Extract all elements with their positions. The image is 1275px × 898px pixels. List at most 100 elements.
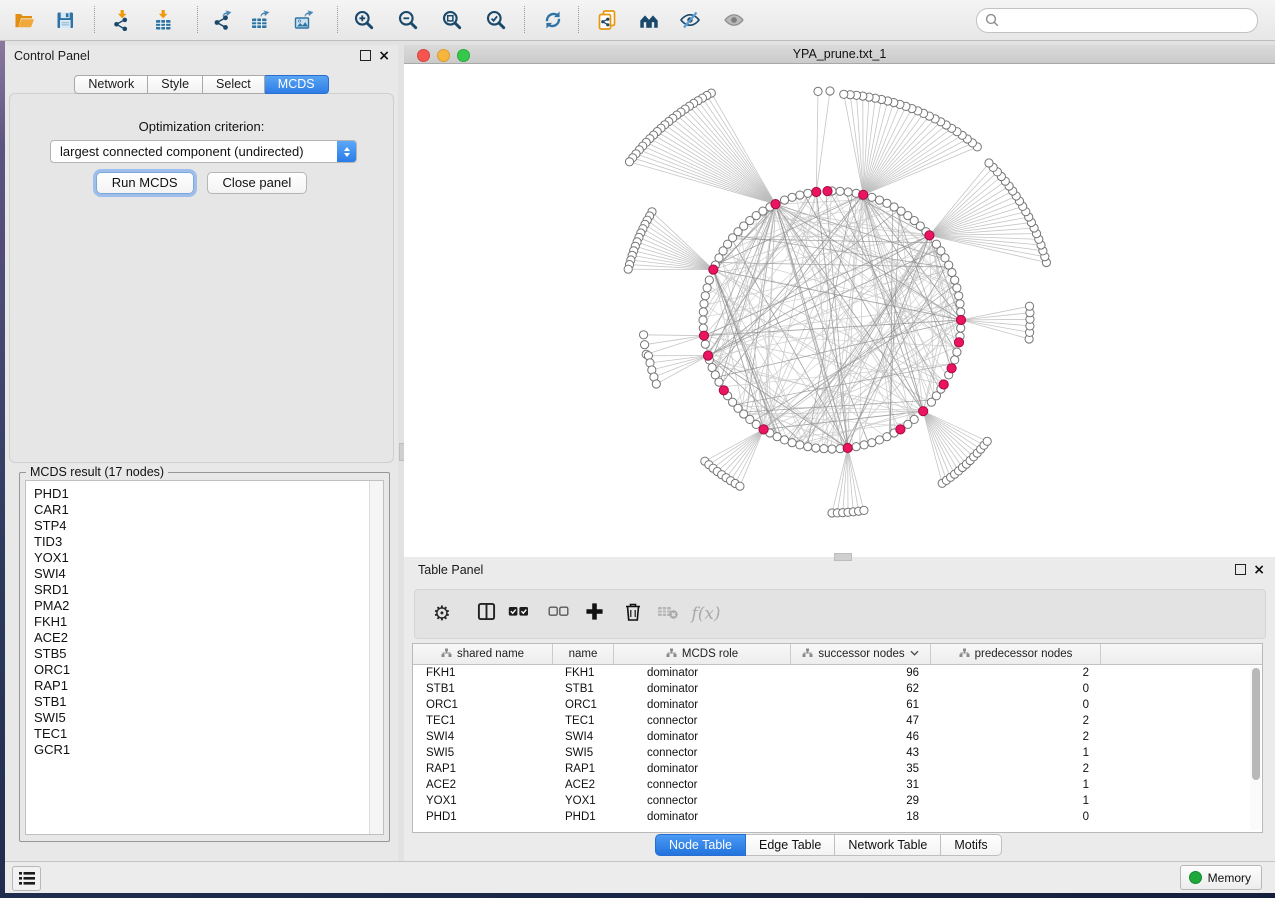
graph-mcds-node[interactable] bbox=[956, 315, 965, 324]
search-box[interactable] bbox=[976, 8, 1258, 33]
table-cell[interactable]: 47 bbox=[791, 713, 931, 729]
graph-mcds-node[interactable] bbox=[759, 425, 768, 434]
graph-node[interactable] bbox=[788, 193, 796, 201]
table-cell[interactable]: 0 bbox=[931, 681, 1101, 697]
table-cell[interactable]: PHD1 bbox=[553, 809, 614, 825]
graph-mcds-node[interactable] bbox=[939, 380, 948, 389]
memory-button[interactable]: Memory bbox=[1180, 865, 1262, 890]
table-cell[interactable]: RAP1 bbox=[553, 761, 614, 777]
network-graph[interactable] bbox=[404, 64, 1274, 557]
table-cell[interactable]: ACE2 bbox=[553, 777, 614, 793]
table-cell[interactable]: FKH1 bbox=[553, 665, 614, 681]
graph-node[interactable] bbox=[953, 348, 961, 356]
table-cell[interactable]: dominator bbox=[614, 761, 791, 777]
close-panel-icon[interactable]: × bbox=[378, 51, 390, 61]
graph-node[interactable] bbox=[956, 300, 964, 308]
graph-leaf-node[interactable] bbox=[814, 87, 822, 95]
tab-style[interactable]: Style bbox=[148, 75, 203, 94]
zoom-fit-button[interactable] bbox=[433, 2, 471, 37]
mcds-result-item[interactable]: GCR1 bbox=[34, 742, 70, 758]
graph-node[interactable] bbox=[812, 444, 820, 452]
graph-node[interactable] bbox=[844, 188, 852, 196]
graph-mcds-node[interactable] bbox=[896, 425, 905, 434]
table-cell[interactable]: YOX1 bbox=[553, 793, 614, 809]
table-cell[interactable]: TEC1 bbox=[553, 713, 614, 729]
graph-node[interactable] bbox=[951, 356, 959, 364]
column-header-predecessor-nodes[interactable]: predecessor nodes bbox=[931, 644, 1101, 664]
graph-leaf-node[interactable] bbox=[983, 437, 991, 445]
mcds-result-item[interactable]: TID3 bbox=[34, 534, 70, 550]
table-row[interactable]: ORC1ORC1dominator610 bbox=[413, 697, 1262, 713]
mcds-result-item[interactable]: SWI4 bbox=[34, 566, 70, 582]
table-cell[interactable]: 1 bbox=[931, 793, 1101, 809]
table-row[interactable]: PHD1PHD1dominator180 bbox=[413, 809, 1262, 825]
graph-node[interactable] bbox=[699, 316, 707, 324]
deselect-all-button[interactable] bbox=[543, 600, 573, 628]
network-canvas[interactable] bbox=[404, 64, 1275, 557]
graph-leaf-node[interactable] bbox=[641, 341, 649, 349]
graph-mcds-node[interactable] bbox=[925, 231, 934, 240]
graph-node[interactable] bbox=[705, 276, 713, 284]
table-row[interactable]: SWI5SWI5connector431 bbox=[413, 745, 1262, 761]
search-input[interactable] bbox=[1005, 10, 1249, 31]
table-cell[interactable]: connector bbox=[614, 745, 791, 761]
table-cell[interactable]: 31 bbox=[791, 777, 931, 793]
tab-edge-table[interactable]: Edge Table bbox=[746, 834, 835, 856]
add-button[interactable] bbox=[579, 600, 609, 628]
graph-leaf-node[interactable] bbox=[736, 482, 744, 490]
zoom-in-button[interactable] bbox=[345, 2, 383, 37]
graph-mcds-node[interactable] bbox=[859, 190, 868, 199]
graph-mcds-node[interactable] bbox=[919, 407, 928, 416]
mcds-result-item[interactable]: PMA2 bbox=[34, 598, 70, 614]
clone-network-button[interactable] bbox=[588, 2, 626, 37]
table-cell[interactable]: FKH1 bbox=[413, 665, 553, 681]
graph-node[interactable] bbox=[932, 240, 940, 248]
table-cell[interactable]: 43 bbox=[791, 745, 931, 761]
table-cell[interactable]: STB1 bbox=[413, 681, 553, 697]
graph-mcds-node[interactable] bbox=[823, 187, 832, 196]
table-cell[interactable]: 2 bbox=[931, 729, 1101, 745]
table-cell[interactable]: 35 bbox=[791, 761, 931, 777]
table-cell[interactable]: ORC1 bbox=[413, 697, 553, 713]
table-cell[interactable]: RAP1 bbox=[413, 761, 553, 777]
graph-node[interactable] bbox=[836, 187, 844, 195]
tab-node-table[interactable]: Node Table bbox=[655, 834, 746, 856]
graph-node[interactable] bbox=[868, 439, 876, 447]
show-graphics-details-button[interactable] bbox=[715, 2, 753, 37]
graph-mcds-node[interactable] bbox=[719, 386, 728, 395]
mcds-result-item[interactable]: ACE2 bbox=[34, 630, 70, 646]
delete-button[interactable] bbox=[618, 600, 648, 628]
graph-node[interactable] bbox=[701, 292, 709, 300]
table-cell[interactable]: 2 bbox=[931, 665, 1101, 681]
mcds-result-item[interactable]: RAP1 bbox=[34, 678, 70, 694]
mcds-result-item[interactable]: FKH1 bbox=[34, 614, 70, 630]
graph-node[interactable] bbox=[780, 196, 788, 204]
column-header-successor-nodes[interactable]: successor nodes bbox=[791, 644, 931, 664]
export-network-button[interactable] bbox=[203, 2, 241, 37]
graph-node[interactable] bbox=[875, 196, 883, 204]
table-cell[interactable]: 2 bbox=[931, 713, 1101, 729]
tab-mcds[interactable]: MCDS bbox=[265, 75, 329, 94]
table-row[interactable]: YOX1YOX1connector291 bbox=[413, 793, 1262, 809]
mcds-result-item[interactable]: STB1 bbox=[34, 694, 70, 710]
table-cell[interactable]: 2 bbox=[931, 761, 1101, 777]
column-header-MCDS-role[interactable]: MCDS role bbox=[614, 644, 791, 664]
hide-graphics-details-button[interactable] bbox=[671, 2, 709, 37]
graph-node[interactable] bbox=[868, 193, 876, 201]
graph-mcds-node[interactable] bbox=[843, 443, 852, 452]
graph-node[interactable] bbox=[796, 191, 804, 199]
zoom-out-button[interactable] bbox=[389, 2, 427, 37]
mcds-list-scrollbar[interactable] bbox=[369, 481, 383, 834]
table-row[interactable]: TEC1TEC1connector472 bbox=[413, 713, 1262, 729]
table-cell[interactable]: STB1 bbox=[553, 681, 614, 697]
graph-leaf-node[interactable] bbox=[624, 265, 632, 273]
tab-network-table[interactable]: Network Table bbox=[835, 834, 941, 856]
graph-leaf-node[interactable] bbox=[860, 506, 868, 514]
graph-node[interactable] bbox=[910, 415, 918, 423]
mcds-result-item[interactable]: SWI5 bbox=[34, 710, 70, 726]
table-cell[interactable]: dominator bbox=[614, 697, 791, 713]
mcds-result-item[interactable]: PHD1 bbox=[34, 486, 70, 502]
table-settings-gear-button[interactable]: ⚙ bbox=[427, 600, 457, 628]
close-panel-button[interactable]: Close panel bbox=[207, 172, 308, 194]
table-cell[interactable]: 0 bbox=[931, 809, 1101, 825]
